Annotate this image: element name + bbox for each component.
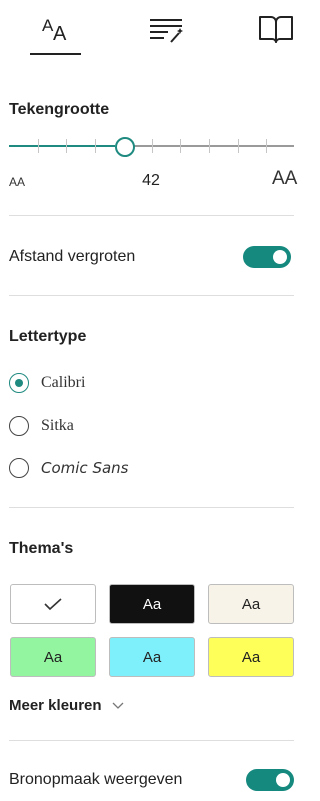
divider xyxy=(9,215,294,216)
theme-swatch-cyan[interactable]: Aa xyxy=(109,637,195,677)
theme-swatch-yellow[interactable]: Aa xyxy=(208,637,294,677)
larger-text-label: AA xyxy=(272,168,298,189)
radio-button[interactable] xyxy=(9,458,29,478)
theme-swatch-white[interactable] xyxy=(10,584,96,624)
theme-swatch-green[interactable]: Aa xyxy=(10,637,96,677)
tab-reading-preferences[interactable] xyxy=(250,4,302,54)
svg-text:A: A xyxy=(53,23,67,45)
slider-tick xyxy=(95,139,96,153)
tab-grammar-options[interactable] xyxy=(140,4,192,54)
spacing-toggle[interactable] xyxy=(243,246,291,268)
more-colors-button[interactable]: Meer kleuren xyxy=(9,697,124,714)
theme-swatch-black[interactable]: Aa xyxy=(109,584,195,624)
tab-text-options[interactable]: A A xyxy=(30,4,82,54)
checkmark-icon xyxy=(44,598,62,611)
divider xyxy=(9,295,294,296)
font-option-calibri[interactable]: Calibri xyxy=(9,370,209,396)
slider-tick xyxy=(38,139,39,153)
font-option-label: Comic Sans xyxy=(41,459,129,477)
spacing-label: Afstand vergroten xyxy=(9,248,136,265)
chevron-down-icon xyxy=(112,702,124,709)
toggle-knob xyxy=(276,773,290,787)
slider-track xyxy=(133,145,294,147)
text-magic-icon xyxy=(150,19,183,43)
text-size-icon: A A xyxy=(42,16,67,45)
slider-tick xyxy=(238,139,239,153)
slider-tick xyxy=(66,139,67,153)
radio-button[interactable] xyxy=(9,373,29,393)
text-size-slider[interactable] xyxy=(9,133,294,159)
divider xyxy=(9,507,294,508)
radio-button[interactable] xyxy=(9,416,29,436)
text-size-title: Tekengrootte xyxy=(9,101,110,118)
themes-title: Thema's xyxy=(9,540,74,557)
more-colors-label: Meer kleuren xyxy=(9,697,102,714)
divider xyxy=(9,740,294,741)
source-format-label: Bronopmaak weergeven xyxy=(9,771,183,788)
slider-thumb[interactable] xyxy=(115,137,135,157)
slider-track-filled xyxy=(9,145,115,147)
font-option-sitka[interactable]: Sitka xyxy=(9,413,209,439)
book-icon xyxy=(259,16,293,43)
theme-swatch-cream[interactable]: Aa xyxy=(208,584,294,624)
slider-tick xyxy=(152,139,153,153)
source-format-toggle[interactable] xyxy=(246,769,294,791)
slider-tick xyxy=(180,139,181,153)
slider-tick xyxy=(266,139,267,153)
font-option-label: Calibri xyxy=(41,374,86,391)
font-title: Lettertype xyxy=(9,328,87,345)
slider-tick xyxy=(209,139,210,153)
font-option-comic-sans[interactable]: Comic Sans xyxy=(9,455,209,481)
tab-bar: A A xyxy=(0,0,300,60)
text-size-value: 42 xyxy=(142,172,160,189)
selected-tab-indicator xyxy=(30,53,81,55)
smaller-text-label: AA xyxy=(9,175,26,189)
font-option-label: Sitka xyxy=(41,417,74,434)
toggle-knob xyxy=(273,250,287,264)
